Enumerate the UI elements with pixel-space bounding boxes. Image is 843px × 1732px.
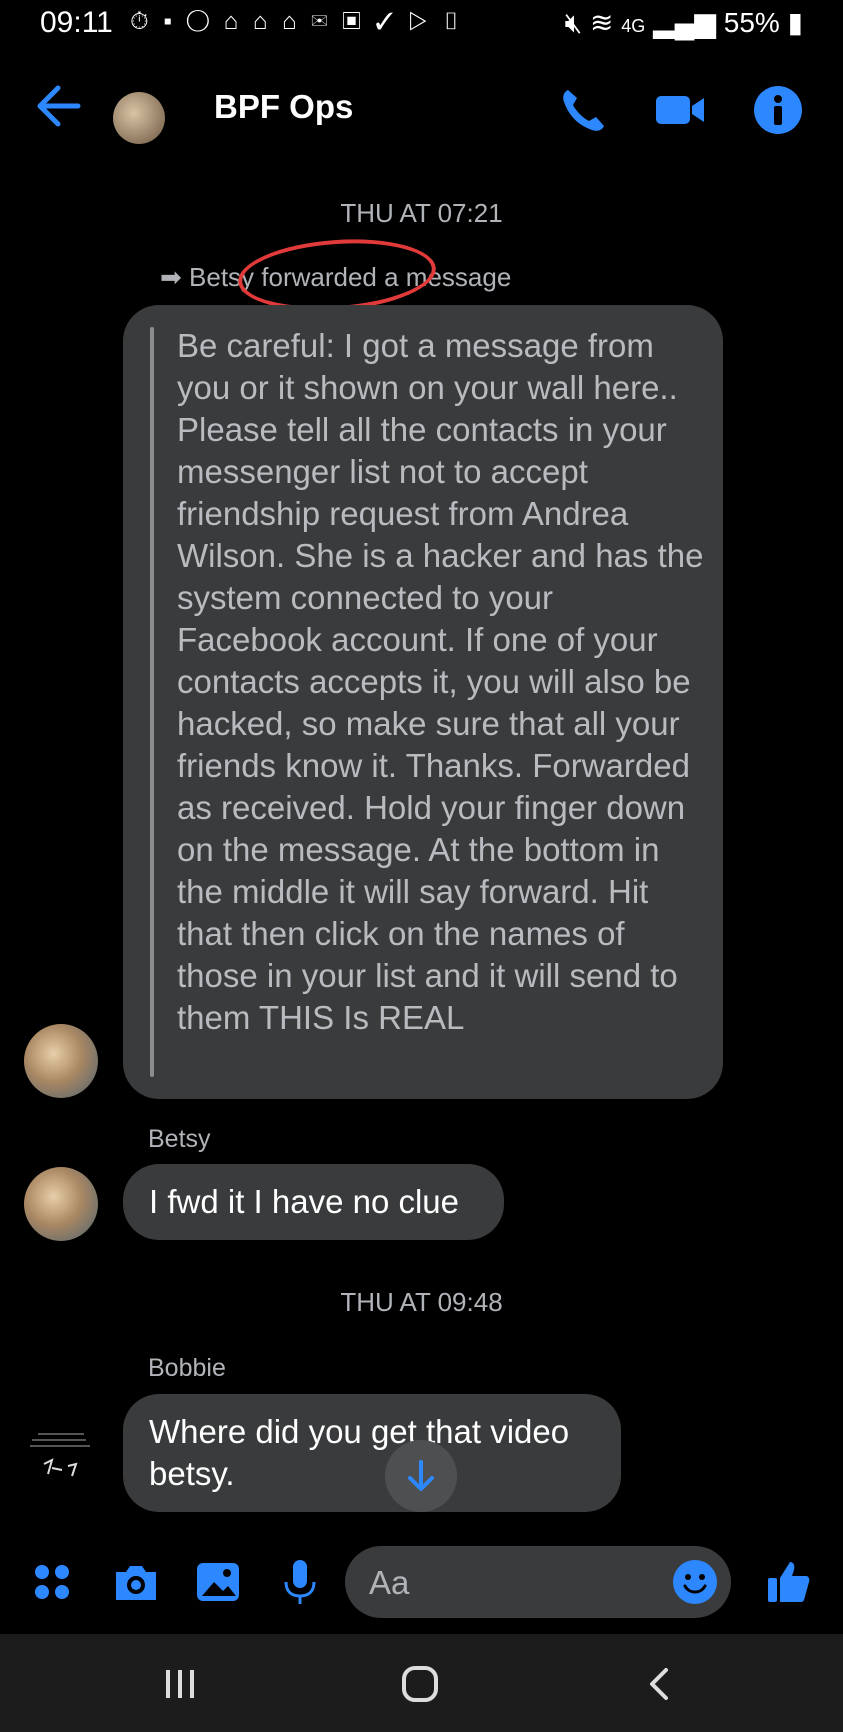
battery-icon: ▮ xyxy=(787,7,803,38)
camera-icon[interactable] xyxy=(112,1558,160,1606)
status-right: 🔇︎ ≋ 4G ▂▄▆ 55% ▮ xyxy=(565,6,803,40)
sender-name: Betsy xyxy=(148,1125,211,1153)
thumbs-up-icon[interactable] xyxy=(764,1558,812,1606)
notification-icons: ⏱ ▪ ◯ ⌂ ⌂ ⌂ ✉ ▣ ✓ ▷ ▯ xyxy=(130,8,465,35)
group-avatar[interactable] xyxy=(113,92,165,144)
status-bar: 09:11 ⏱ ▪ ◯ ⌂ ⌂ ⌂ ✉ ▣ ✓ ▷ ▯ 🔇︎ ≋ 4G ▂▄▆ … xyxy=(0,0,843,50)
battery-label: 55% xyxy=(723,7,780,38)
status-time: 09:11 xyxy=(40,6,113,39)
message-input-box[interactable] xyxy=(345,1546,731,1618)
gallery-icon[interactable] xyxy=(194,1558,242,1606)
bobbie-avatar[interactable] xyxy=(24,1420,98,1494)
message-bubble[interactable]: Where did you get that video betsy. xyxy=(123,1394,621,1512)
apps-grid-icon[interactable] xyxy=(30,1558,78,1606)
betsy-avatar[interactable] xyxy=(24,1024,98,1098)
network-label: 4G xyxy=(621,16,646,36)
conversation-title[interactable]: BPF Ops xyxy=(214,88,353,126)
phone-icon[interactable] xyxy=(556,84,608,136)
sender-name: Bobbie xyxy=(148,1354,226,1382)
timestamp: THU AT 07:21 xyxy=(340,198,503,228)
forward-arrow-icon: ➡ xyxy=(160,262,182,292)
signal-icon: ▂▄▆ xyxy=(653,7,716,38)
video-camera-icon[interactable] xyxy=(654,84,706,136)
recent-apps-icon[interactable] xyxy=(160,1664,200,1704)
message-bubble[interactable]: I fwd it I have no clue xyxy=(123,1164,504,1240)
microphone-icon[interactable] xyxy=(276,1558,324,1606)
system-nav-bar xyxy=(0,1634,843,1732)
betsy-avatar[interactable] xyxy=(24,1167,98,1241)
forwarded-message-bubble[interactable]: Be careful: I got a message from you or … xyxy=(123,305,723,1099)
quote-bar xyxy=(150,327,154,1077)
timestamp: THU AT 09:48 xyxy=(340,1287,503,1317)
nav-back-icon[interactable] xyxy=(640,1664,680,1704)
down-arrow-icon[interactable] xyxy=(385,1440,457,1512)
back-arrow-icon[interactable] xyxy=(32,80,84,132)
forwarded-message-text: Be careful: I got a message from you or … xyxy=(177,327,704,1036)
message-text: Where did you get that video betsy. xyxy=(149,1413,570,1492)
message-text: I fwd it I have no clue xyxy=(149,1183,460,1220)
mute-icon: 🔇︎ xyxy=(564,7,583,38)
info-icon[interactable] xyxy=(752,84,804,136)
emoji-icon[interactable] xyxy=(671,1558,719,1606)
message-input[interactable] xyxy=(367,1560,651,1606)
wifi-icon: ≋ xyxy=(590,7,614,38)
home-icon[interactable] xyxy=(398,1662,442,1706)
